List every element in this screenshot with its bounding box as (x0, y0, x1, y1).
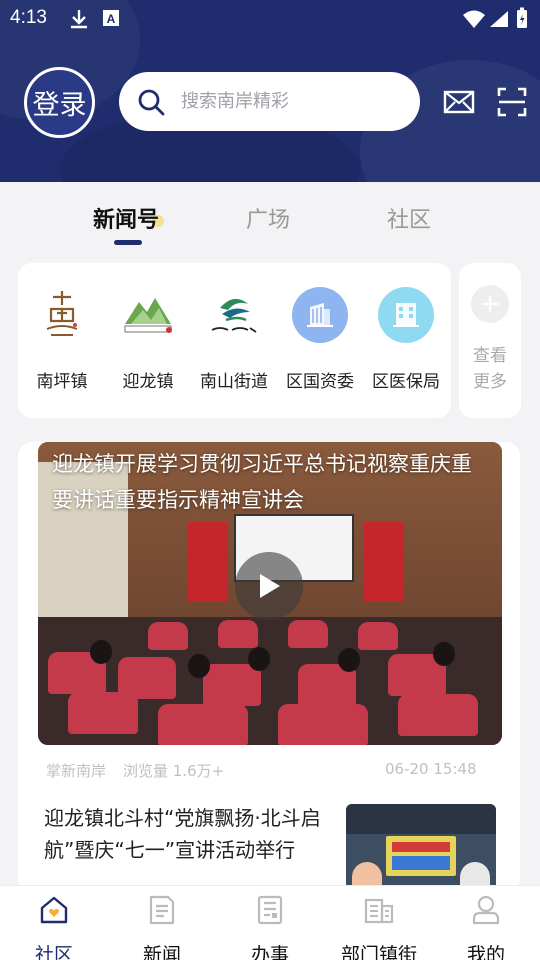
signal-icon (490, 11, 508, 27)
nanshan-logo (204, 285, 264, 345)
article-thumbnail[interactable] (346, 804, 496, 892)
status-bar: 4:13 A (0, 0, 540, 38)
nav-label: 新闻 (142, 944, 181, 960)
battery-icon (517, 7, 527, 28)
more-channels-button[interactable]: + 查看更多 (459, 263, 521, 418)
meta-time: 06-20 15:48 (385, 760, 477, 778)
channel-label: 南坪镇 (36, 372, 88, 392)
home-icon (40, 896, 68, 924)
nav-label: 办事 (250, 944, 289, 960)
bottom-navigation: 社区 新闻 办事 部门镇街 我的 (0, 885, 540, 960)
user-icon (472, 895, 500, 925)
news-feed: 迎龙镇开展学习贯彻习近平总书记视察重庆重要讲话重要指示精神宣讲会 掌新南岸 浏览… (18, 442, 520, 892)
channel-list: 南坪镇 迎龙镇 南山街道 区国资委 区医保局 (18, 263, 451, 418)
status-time: 4:13 (10, 7, 47, 28)
search-input[interactable] (181, 91, 401, 112)
news-icon (149, 895, 175, 925)
tab-bar: 新闻号 广场 社区 (0, 190, 540, 250)
tab-news-account[interactable]: 新闻号 (93, 202, 159, 234)
channel-label: 区国资委 (286, 372, 354, 392)
channel-label: 区医保局 (372, 372, 440, 392)
channel-yinglong[interactable]: 迎龙镇 (105, 285, 191, 392)
login-button[interactable]: 登录 (24, 67, 95, 138)
svg-text:A: A (107, 12, 116, 26)
service-icon (257, 895, 283, 925)
nav-label: 部门镇街 (340, 944, 417, 960)
nav-departments[interactable]: 部门镇街 (329, 894, 429, 960)
article-title[interactable]: 迎龙镇北斗村“党旗飘扬·北斗启航”暨庆“七一”宣讲活动举行 (44, 802, 334, 866)
building-icon (290, 285, 350, 345)
nav-community[interactable]: 社区 (4, 894, 104, 960)
tab-active-indicator (114, 240, 142, 245)
meta-source: 掌新南岸 (46, 762, 107, 780)
channel-label: 南山街道 (200, 372, 268, 392)
nav-news[interactable]: 新闻 (112, 894, 212, 960)
nav-services[interactable]: 办事 (220, 894, 320, 960)
channel-label: 迎龙镇 (122, 372, 174, 392)
video-title: 迎龙镇开展学习贯彻习近平总书记视察重庆重要讲话重要指示精神宣讲会 (52, 452, 472, 512)
channel-nanping[interactable]: 南坪镇 (19, 285, 105, 392)
building-icon (376, 285, 436, 345)
video-card[interactable]: 迎龙镇开展学习贯彻习近平总书记视察重庆重要讲话重要指示精神宣讲会 (38, 442, 502, 745)
meta-views: 浏览量 1.6万+ (123, 762, 225, 780)
channel-nanshan[interactable]: 南山街道 (191, 285, 277, 392)
nanping-logo (32, 285, 92, 345)
tab-community[interactable]: 社区 (387, 202, 431, 234)
more-label: 查看更多 (473, 346, 507, 392)
scan-icon[interactable] (496, 86, 528, 118)
channel-medical-insurance[interactable]: 区医保局 (363, 285, 449, 392)
tab-square[interactable]: 广场 (246, 202, 290, 234)
play-icon[interactable] (235, 552, 303, 620)
search-icon (138, 89, 165, 115)
yinglong-logo (118, 285, 178, 345)
nav-label: 社区 (34, 944, 73, 960)
wifi-icon (463, 10, 485, 28)
nav-profile[interactable]: 我的 (436, 894, 536, 960)
plus-icon: + (471, 285, 509, 323)
header: 4:13 A 登录 (0, 0, 540, 182)
search-box[interactable] (119, 72, 420, 131)
mail-icon[interactable] (443, 86, 475, 118)
department-icon (364, 898, 394, 924)
font-icon: A (103, 10, 119, 26)
channel-assets-commission[interactable]: 区国资委 (277, 285, 363, 392)
download-icon (71, 10, 87, 29)
nav-label: 我的 (466, 944, 505, 960)
